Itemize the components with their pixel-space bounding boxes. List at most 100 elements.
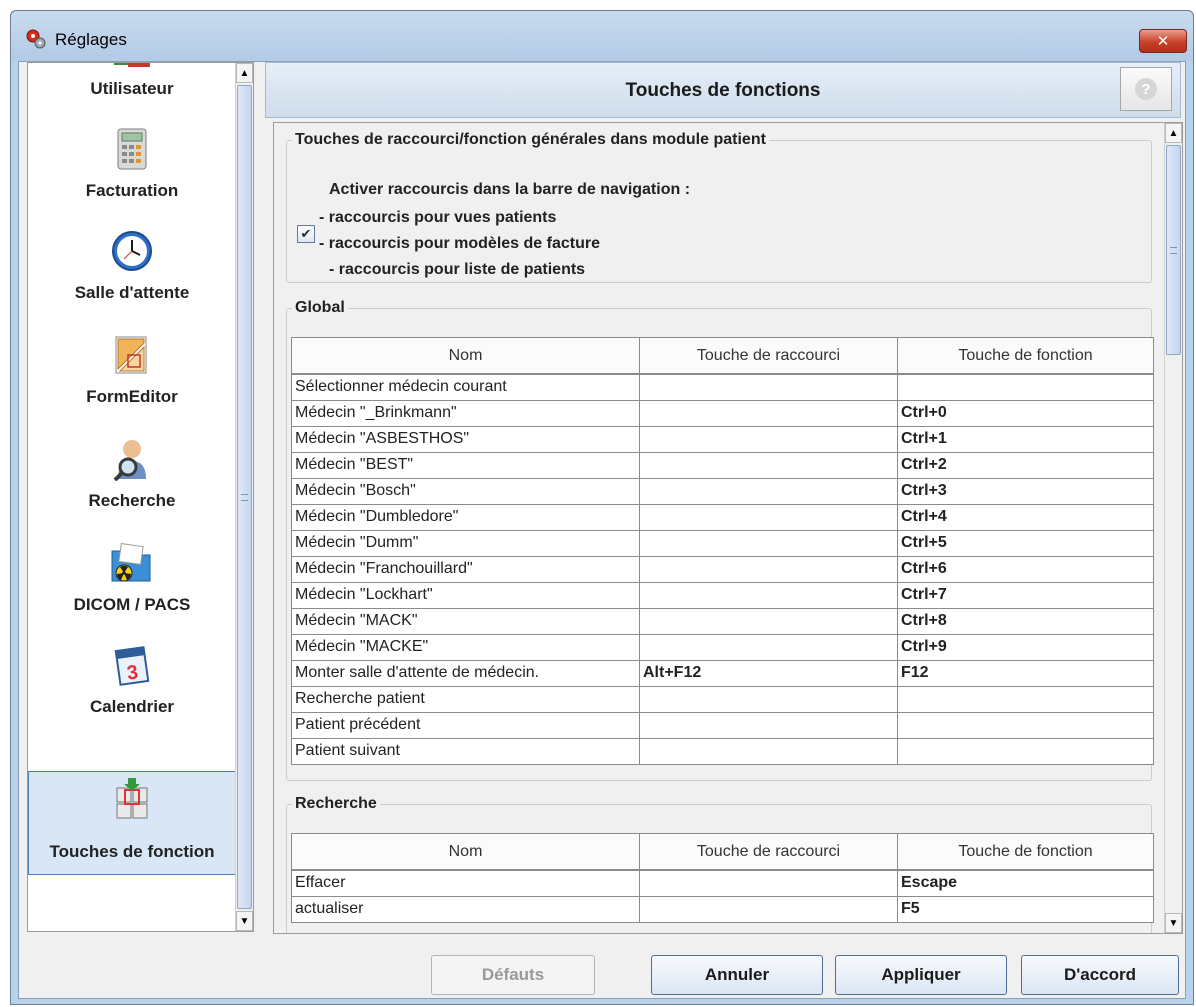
name-cell: Médecin "_Brinkmann"	[291, 399, 640, 427]
table-row[interactable]: Médecin "Dumm" Ctrl+5	[291, 529, 1154, 557]
folder-radiation-icon	[111, 542, 151, 582]
column-header-fonction[interactable]: Touche de fonction	[897, 833, 1154, 871]
enable-nav-shortcuts-checkbox[interactable]: ✔	[297, 225, 315, 243]
table-row[interactable]: actualiser F5	[291, 895, 1154, 923]
table-row[interactable]: Médecin "BEST" Ctrl+2	[291, 451, 1154, 479]
sidebar-item-touches-fonction[interactable]: Touches de fonction	[28, 771, 236, 875]
scroll-up-button[interactable]: ▲	[236, 63, 253, 83]
function-key-cell[interactable]: Ctrl+7	[897, 581, 1154, 609]
table-row[interactable]: Monter salle d'attente de médecin. Alt+F1…	[291, 659, 1154, 687]
function-key-cell[interactable]	[897, 711, 1154, 739]
shortcut-cell[interactable]	[639, 451, 898, 479]
close-button[interactable]: ✕	[1139, 29, 1187, 53]
help-icon: ?	[1135, 78, 1157, 100]
table-row[interactable]: Médecin "MACK" Ctrl+8	[291, 607, 1154, 635]
scroll-up-button[interactable]: ▲	[1165, 123, 1182, 143]
table-header-row: Nom Touche de raccourci Touche de foncti…	[291, 337, 1154, 375]
function-key-cell[interactable]: Ctrl+6	[897, 555, 1154, 583]
scroll-thumb[interactable]	[237, 85, 252, 909]
table-row[interactable]: Médecin "Dumbledore" Ctrl+4	[291, 503, 1154, 531]
function-key-cell[interactable]: Ctrl+4	[897, 503, 1154, 531]
function-key-cell[interactable]: F5	[897, 895, 1154, 923]
function-key-cell[interactable]: Ctrl+9	[897, 633, 1154, 661]
column-header-fonction[interactable]: Touche de fonction	[897, 337, 1154, 375]
function-key-cell[interactable]	[897, 737, 1154, 765]
function-key-cell[interactable]: Escape	[897, 869, 1154, 897]
sidebar-item-recherche[interactable]: Recherche	[28, 431, 236, 535]
sidebar-item-facturation[interactable]: Facturation	[28, 121, 236, 225]
table-row[interactable]: Médecin "Franchouillard" Ctrl+6	[291, 555, 1154, 583]
shortcut-cell[interactable]	[639, 581, 898, 609]
table-row[interactable]: Patient suivant	[291, 737, 1154, 765]
table-row[interactable]: Effacer Escape	[291, 869, 1154, 897]
function-key-cell[interactable]: Ctrl+2	[897, 451, 1154, 479]
shortcut-cell[interactable]	[639, 633, 898, 661]
shortcut-cell[interactable]	[639, 503, 898, 531]
shortcut-cell[interactable]	[639, 685, 898, 713]
scroll-down-button[interactable]: ▼	[1165, 913, 1182, 933]
settings-window: Réglages ✕ Utilisateur Facturation Salle…	[10, 10, 1194, 1005]
shortcut-cell[interactable]	[639, 373, 898, 401]
function-key-cell[interactable]: Ctrl+0	[897, 399, 1154, 427]
shortcut-cell[interactable]	[639, 737, 898, 765]
function-key-cell[interactable]: F12	[897, 659, 1154, 687]
sidebar-item-label: Recherche	[88, 491, 176, 510]
table-row[interactable]: Médecin "Bosch" Ctrl+3	[291, 477, 1154, 505]
table-row[interactable]: Médecin "_Brinkmann" Ctrl+0	[291, 399, 1154, 427]
category-sidebar: Utilisateur Facturation Salle d'attente …	[27, 62, 254, 932]
calculator-icon	[117, 128, 147, 170]
apply-button[interactable]: Appliquer	[835, 955, 1007, 995]
sidebar-item-label: Calendrier	[89, 697, 175, 716]
table-row[interactable]: Patient précédent	[291, 711, 1154, 739]
function-key-cell[interactable]: Ctrl+1	[897, 425, 1154, 453]
window-client: Utilisateur Facturation Salle d'attente …	[18, 61, 1186, 999]
recherche-shortcuts-table: Nom Touche de raccourci Touche de foncti…	[291, 833, 1154, 923]
function-key-cell[interactable]	[897, 373, 1154, 401]
shortcut-cell[interactable]	[639, 425, 898, 453]
defaults-button[interactable]: Défauts	[431, 955, 595, 995]
content-scrollbar[interactable]: ▲ ▼	[1164, 123, 1182, 933]
table-row[interactable]: Recherche patient	[291, 685, 1154, 713]
cancel-button[interactable]: Annuler	[651, 955, 823, 995]
recherche-legend: Recherche	[295, 795, 377, 812]
function-key-cell[interactable]: Ctrl+5	[897, 529, 1154, 557]
table-row[interactable]: Médecin "ASBESTHOS" Ctrl+1	[291, 425, 1154, 453]
column-header-nom[interactable]: Nom	[291, 833, 640, 871]
name-cell: Médecin "Lockhart"	[291, 581, 640, 609]
name-cell: Médecin "MACK"	[291, 607, 640, 635]
table-row[interactable]: Médecin "Lockhart" Ctrl+7	[291, 581, 1154, 609]
calendar-icon: 3	[114, 646, 150, 686]
sidebar-item-formeditor[interactable]: FormEditor	[28, 327, 236, 431]
scroll-grip	[241, 494, 248, 501]
table-row[interactable]: Sélectionner médecin courant	[291, 373, 1154, 401]
ok-button[interactable]: D'accord	[1021, 955, 1179, 995]
shortcut-cell[interactable]	[639, 607, 898, 635]
function-key-cell[interactable]: Ctrl+8	[897, 607, 1154, 635]
shortcut-cell[interactable]	[639, 529, 898, 557]
shortcut-option-line: - raccourcis pour vues patients	[319, 209, 557, 226]
sidebar-scrollbar[interactable]: ▲ ▼	[235, 63, 253, 931]
shortcut-cell[interactable]	[639, 711, 898, 739]
window-title: Réglages	[55, 30, 127, 49]
column-header-raccourci[interactable]: Touche de raccourci	[639, 833, 898, 871]
column-header-raccourci[interactable]: Touche de raccourci	[639, 337, 898, 375]
table-row[interactable]: Médecin "MACKE" Ctrl+9	[291, 633, 1154, 661]
shortcut-cell[interactable]	[639, 399, 898, 427]
sidebar-item-utilisateur[interactable]: Utilisateur	[28, 63, 236, 123]
sidebar-item-calendrier[interactable]: 3 Calendrier	[28, 637, 236, 741]
shortcut-cell[interactable]: Alt+F12	[639, 659, 898, 687]
column-header-nom[interactable]: Nom	[291, 337, 640, 375]
sidebar-item-label: Salle d'attente	[74, 283, 190, 302]
shortcut-cell[interactable]	[639, 895, 898, 923]
scroll-thumb[interactable]	[1166, 145, 1181, 355]
scroll-down-button[interactable]: ▼	[236, 911, 253, 931]
shortcut-cell[interactable]	[639, 477, 898, 505]
shortcut-cell[interactable]	[639, 555, 898, 583]
help-button[interactable]: ?	[1120, 67, 1172, 111]
function-key-cell[interactable]: Ctrl+3	[897, 477, 1154, 505]
function-key-cell[interactable]	[897, 685, 1154, 713]
search-person-icon	[113, 440, 146, 481]
sidebar-item-salle-attente[interactable]: Salle d'attente	[28, 223, 236, 327]
shortcut-cell[interactable]	[639, 869, 898, 897]
sidebar-item-dicom-pacs[interactable]: DICOM / PACS	[28, 535, 236, 639]
